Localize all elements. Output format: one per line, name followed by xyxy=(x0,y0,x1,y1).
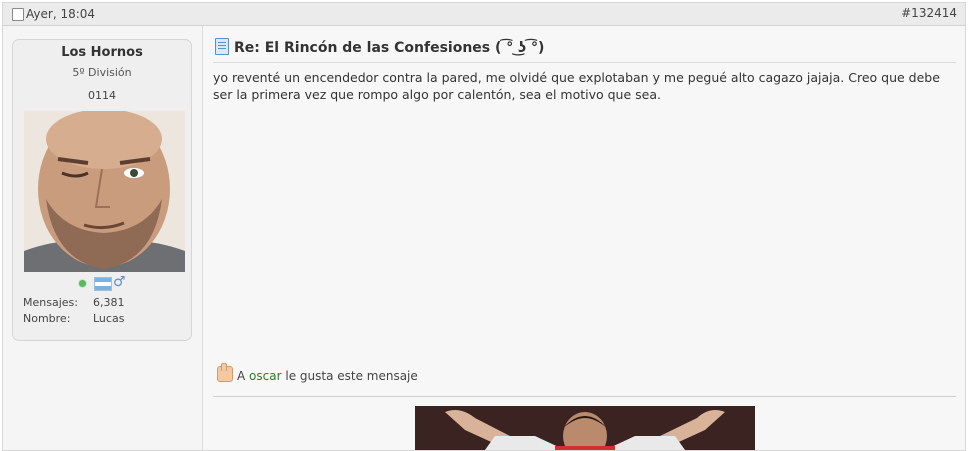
like-notice: A oscar le gusta este mensaje xyxy=(217,363,418,383)
signature-image xyxy=(415,406,755,450)
post-content: Re: El Rincón de las Confesiones ( ͡° ͜ʖ… xyxy=(203,26,965,450)
author-id: 0114 xyxy=(88,89,116,102)
author-rank: 5º División xyxy=(72,66,132,79)
male-gender-icon: ♂ xyxy=(113,274,126,290)
stat-row-name: Nombre: Lucas xyxy=(23,312,183,328)
stat-value: 6,381 xyxy=(93,296,125,309)
author-column: Los Hornos 5º División 0114 ♂ Mensajes: … xyxy=(3,26,203,450)
stat-row-messages: Mensajes: 6,381 xyxy=(23,296,183,312)
signature-divider xyxy=(213,396,956,397)
document-icon xyxy=(215,38,229,55)
post-number-link[interactable]: #132414 xyxy=(901,6,957,20)
avatar[interactable] xyxy=(24,111,185,272)
like-user-link[interactable]: oscar xyxy=(249,369,281,383)
stat-label: Nombre: xyxy=(23,312,71,325)
post-body: yo reventé un encendedor contra la pared… xyxy=(213,70,940,102)
post-date: Ayer, 18:04 xyxy=(26,7,96,21)
author-stats: Mensajes: 6,381 Nombre: Lucas xyxy=(23,296,183,328)
stat-value: Lucas xyxy=(93,312,125,325)
online-status-icon xyxy=(79,280,86,287)
post-select-checkbox[interactable] xyxy=(12,8,24,21)
like-suffix: le gusta este mensaje xyxy=(285,369,418,383)
signature-photo xyxy=(415,406,755,450)
stat-label: Mensajes: xyxy=(23,296,78,309)
author-profile-card: Los Hornos 5º División 0114 ♂ Mensajes: … xyxy=(12,39,192,341)
forum-post: Ayer, 18:04 #132414 Los Hornos 5º Divisi… xyxy=(2,2,966,451)
thumbs-up-icon xyxy=(217,363,233,382)
author-username[interactable]: Los Hornos xyxy=(13,45,191,60)
argentina-flag-icon xyxy=(94,277,112,291)
post-header: Ayer, 18:04 #132414 xyxy=(3,3,965,26)
avatar-image xyxy=(24,111,185,272)
like-prefix: A xyxy=(237,369,246,383)
title-divider xyxy=(213,62,956,63)
post-title[interactable]: Re: El Rincón de las Confesiones ( ͡° ͜ʖ… xyxy=(234,40,544,56)
